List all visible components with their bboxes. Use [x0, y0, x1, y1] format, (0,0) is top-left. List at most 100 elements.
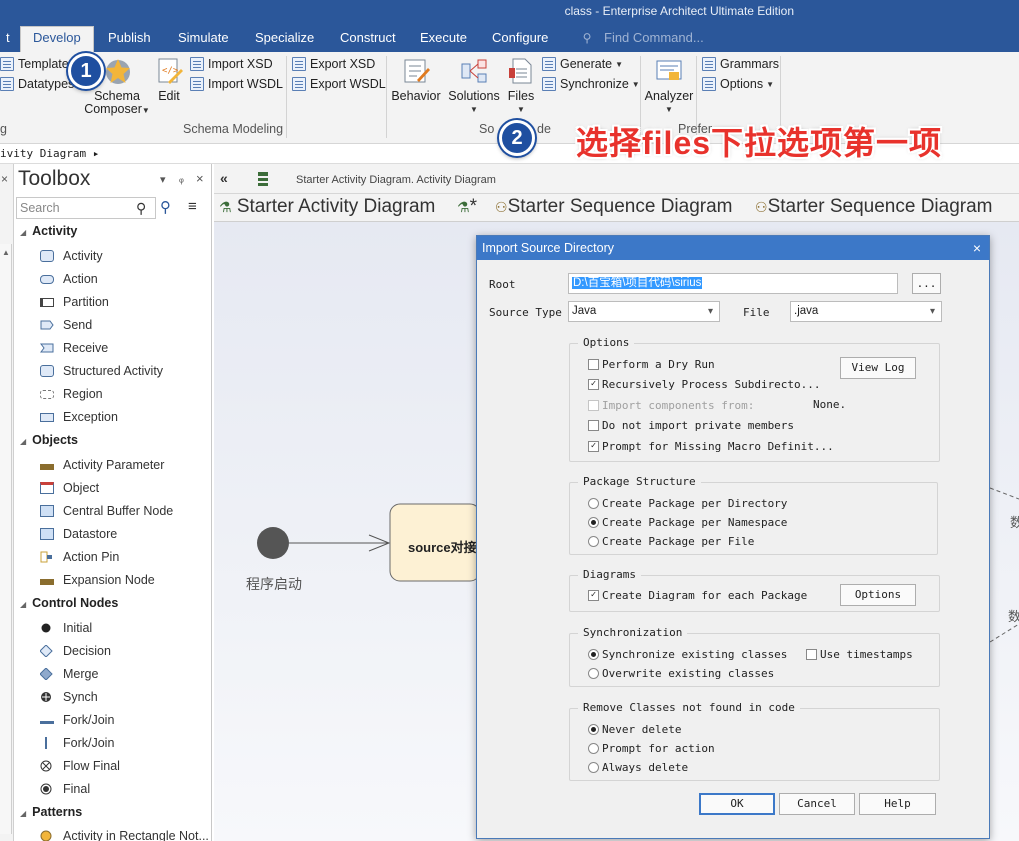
- recursive-checkbox[interactable]: ✓ Recursively Process Subdirecto...: [588, 378, 821, 391]
- root-path-field[interactable]: D:\百宝箱\项目代码\sirius: [568, 273, 898, 294]
- toolbox-item-partition[interactable]: Partition: [40, 295, 109, 309]
- always-delete-radio[interactable]: Always delete: [588, 761, 688, 774]
- options-button[interactable]: Options ▼: [702, 77, 774, 91]
- tab-develop[interactable]: Develop: [20, 26, 94, 52]
- dropdown-caret-icon: ▼: [470, 105, 478, 114]
- sync-existing-radio[interactable]: Synchronize existing classes: [588, 648, 787, 661]
- browse-button[interactable]: ...: [912, 273, 941, 294]
- overwrite-existing-radio[interactable]: Overwrite existing classes: [588, 667, 774, 680]
- toolbox-category-objects[interactable]: ◢ Objects: [20, 433, 78, 447]
- toolbox-item-final[interactable]: Final: [40, 782, 90, 796]
- tab-construct[interactable]: Construct: [328, 28, 408, 52]
- toolbox-category-patterns[interactable]: ◢ Patterns: [20, 805, 82, 819]
- prompt-macro-checkbox[interactable]: ✓ Prompt for Missing Macro Definit...: [588, 440, 834, 453]
- toolbox-item-action-pin[interactable]: Action Pin: [40, 550, 119, 564]
- toolbox-item-activity[interactable]: Activity: [40, 249, 103, 263]
- toolbox-item-exception[interactable]: Exception: [40, 410, 118, 424]
- toolbox-item-datastore[interactable]: Datastore: [40, 527, 117, 541]
- radio-label: Never delete: [602, 723, 682, 736]
- toolbox-item-send[interactable]: Send: [40, 318, 92, 332]
- find-command[interactable]: ⚲ Find Command...: [580, 28, 704, 48]
- per-namespace-radio[interactable]: Create Package per Namespace: [588, 516, 787, 529]
- tab-specialize[interactable]: Specialize: [243, 28, 326, 52]
- solutions-button[interactable]: Solutions ▼: [446, 56, 502, 116]
- tab-modified-diagram[interactable]: ⚗*: [457, 196, 477, 218]
- behavior-button[interactable]: Behavior: [390, 56, 442, 103]
- template-button[interactable]: Template: [0, 57, 69, 71]
- tab-partial[interactable]: t: [0, 28, 22, 52]
- scroll-up-icon[interactable]: ▲: [2, 248, 10, 257]
- toolbox-item-pattern[interactable]: Activity in Rectangle Not...: [40, 829, 209, 841]
- pin-icon[interactable]: ᵩ: [179, 173, 184, 185]
- files-button[interactable]: Files ▼: [504, 56, 538, 116]
- action-node-label[interactable]: source对接: [408, 537, 477, 556]
- import-components-checkbox[interactable]: Import components from:: [588, 399, 754, 412]
- grammars-button[interactable]: Grammars: [702, 57, 779, 71]
- tab-starter-sequence-diagram-2[interactable]: ⚇Starter Sequence Diagram: [755, 196, 993, 218]
- dialog-title-bar[interactable]: Import Source Directory ×: [477, 236, 989, 260]
- use-timestamps-checkbox[interactable]: Use timestamps: [806, 648, 913, 661]
- file-extension-select[interactable]: .java: [790, 301, 942, 322]
- datatypes-button[interactable]: Datatypes: [0, 77, 74, 91]
- export-xsd-button[interactable]: Export XSD: [292, 57, 375, 71]
- item-label: Flow Final: [63, 759, 120, 773]
- pattern-icon: [40, 830, 54, 841]
- tab-simulate[interactable]: Simulate: [166, 28, 241, 52]
- generate-button[interactable]: Generate ▼: [542, 57, 623, 71]
- export-xsd-label: Export XSD: [310, 57, 376, 71]
- toolbox-search-input[interactable]: Search: [16, 197, 156, 219]
- toolbox-item-fork-join-vertical[interactable]: Fork/Join: [40, 736, 114, 750]
- dropdown-icon[interactable]: ▾: [160, 173, 166, 186]
- collapse-left-icon[interactable]: «: [220, 170, 228, 186]
- toolbox-item-activity-parameter[interactable]: Activity Parameter: [40, 458, 164, 472]
- prompt-action-radio[interactable]: Prompt for action: [588, 742, 715, 755]
- tab-publish[interactable]: Publish: [96, 28, 163, 52]
- toolbox-item-merge[interactable]: Merge: [39, 667, 98, 681]
- close-icon[interactable]: ×: [1, 172, 8, 186]
- per-file-radio[interactable]: Create Package per File: [588, 535, 754, 548]
- category-label: Control Nodes: [32, 596, 119, 610]
- search-icon[interactable]: ⚲: [136, 200, 146, 217]
- edit-button[interactable]: </> Edit: [152, 56, 186, 103]
- create-diagram-checkbox[interactable]: ✓ Create Diagram for each Package: [588, 589, 807, 602]
- import-wsdl-button[interactable]: Import WSDL: [190, 77, 283, 91]
- synchronize-button[interactable]: Synchronize ▼: [542, 77, 640, 91]
- dry-run-checkbox[interactable]: Perform a Dry Run: [588, 358, 715, 371]
- toolbox-item-region[interactable]: Region: [40, 387, 103, 401]
- export-wsdl-button[interactable]: Export WSDL: [292, 77, 386, 91]
- cancel-button[interactable]: Cancel: [779, 793, 855, 815]
- toolbox-item-fork-join-horizontal[interactable]: Fork/Join: [40, 713, 114, 727]
- view-log-button[interactable]: View Log: [840, 357, 916, 379]
- toolbox-item-decision[interactable]: Decision: [39, 644, 111, 658]
- toolbox-item-synch[interactable]: Synch: [40, 690, 98, 704]
- ok-button[interactable]: OK: [699, 793, 775, 815]
- toolbox-item-structured-activity[interactable]: Structured Activity: [40, 364, 163, 378]
- per-directory-radio[interactable]: Create Package per Directory: [588, 497, 787, 510]
- diagram-options-button[interactable]: Options: [840, 584, 916, 606]
- menu-icon[interactable]: ≡: [188, 198, 197, 215]
- toolbox-item-object[interactable]: Object: [40, 481, 99, 495]
- toolbox-item-expansion-node[interactable]: Expansion Node: [40, 573, 155, 587]
- toolbox-item-flow-final[interactable]: Flow Final: [40, 759, 120, 773]
- tab-execute[interactable]: Execute: [408, 28, 479, 52]
- toolbox-item-receive[interactable]: Receive: [40, 341, 108, 355]
- toolbox-category-activity[interactable]: ◢ Activity: [20, 224, 77, 238]
- analyzer-button[interactable]: Analyzer ▼: [644, 56, 694, 116]
- find-icon[interactable]: ⚲: [160, 198, 171, 216]
- toolbox-item-initial[interactable]: Initial: [40, 621, 92, 635]
- close-icon[interactable]: ×: [196, 171, 204, 186]
- tab-starter-activity-diagram[interactable]: ⚗ Starter Activity Diagram: [219, 196, 435, 218]
- source-type-select[interactable]: Java: [568, 301, 720, 322]
- never-delete-radio[interactable]: Never delete: [588, 723, 681, 736]
- help-button[interactable]: Help: [859, 793, 936, 815]
- private-members-checkbox[interactable]: Do not import private members: [588, 419, 794, 432]
- tab-configure[interactable]: Configure: [480, 28, 560, 52]
- import-xsd-button[interactable]: Import XSD: [190, 57, 273, 71]
- toolbox-category-control-nodes[interactable]: ◢ Control Nodes: [20, 596, 118, 610]
- toolbox-item-central-buffer-node[interactable]: Central Buffer Node: [40, 504, 173, 518]
- toolbox-item-action[interactable]: Action: [40, 272, 98, 286]
- scrollbar[interactable]: ▲: [0, 244, 12, 834]
- dropdown-caret-icon[interactable]: ▼: [504, 103, 538, 116]
- tab-starter-sequence-diagram[interactable]: ⚇Starter Sequence Diagram: [495, 196, 733, 218]
- close-icon[interactable]: ×: [973, 236, 981, 260]
